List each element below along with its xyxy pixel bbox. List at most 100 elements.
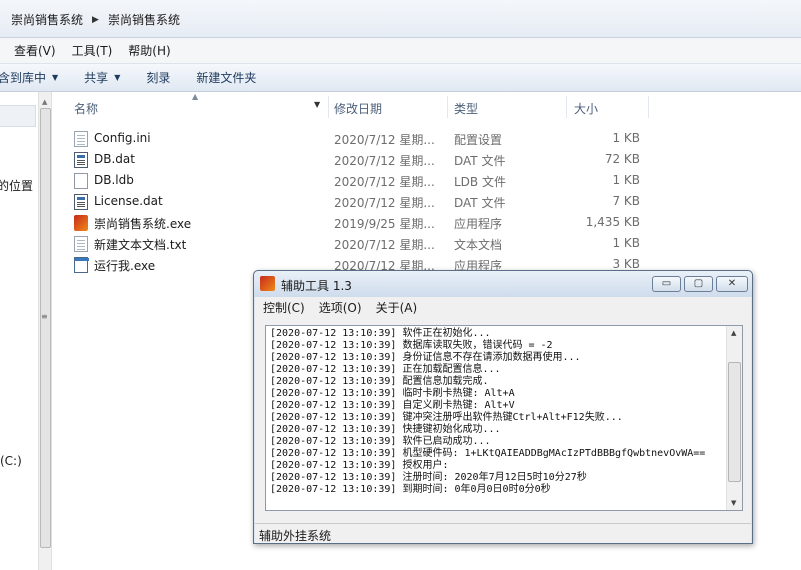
file-size: 7 KB: [612, 194, 640, 208]
column-divider[interactable]: [648, 96, 649, 118]
file-row[interactable]: Config.ini 2020/7/12 星期... 配置设置 1 KB: [56, 128, 801, 149]
log-scrollbar[interactable]: ▲ ▼: [726, 326, 742, 510]
file-type: 文本文档: [454, 238, 503, 252]
log-output[interactable]: [2020-07-12 13:10:39] 软件正在初始化... [2020-0…: [265, 325, 743, 511]
new-folder-button[interactable]: 新建文件夹: [183, 69, 269, 86]
file-date: 2020/7/12 星期...: [334, 196, 435, 210]
file-size: 1 KB: [612, 173, 640, 187]
breadcrumb: 崇尚销售系统 ▶ 崇尚销售系统: [8, 11, 183, 28]
file-size: 72 KB: [604, 152, 640, 166]
window-title-bar[interactable]: 辅助工具 1.3 ▭ ▢ ✕: [254, 271, 752, 297]
helper-tool-window[interactable]: 辅助工具 1.3 ▭ ▢ ✕ 控制(C) 选项(O) 关于(A) [2020-0…: [253, 270, 753, 544]
column-date-header[interactable]: 修改日期: [334, 92, 382, 122]
column-type-header[interactable]: 类型: [454, 92, 478, 122]
nav-item-location[interactable]: 的位置: [0, 177, 33, 194]
file-row[interactable]: 崇尚销售系统.exe 2019/9/25 星期... 应用程序 1,435 KB: [56, 212, 801, 233]
maximize-button[interactable]: ▢: [684, 276, 713, 292]
include-in-library-label: 含到库中: [0, 71, 47, 85]
log-line: [2020-07-12 13:10:39] 注册时间: 2020年7月12日5时…: [270, 472, 587, 483]
scroll-thumb[interactable]: [728, 362, 741, 482]
log-line: [2020-07-12 13:10:39] 机型硬件码: 1+LKtQAIEAD…: [270, 448, 706, 459]
grip-icon: ≡: [41, 312, 48, 321]
scroll-up-icon[interactable]: ▲: [42, 98, 47, 106]
address-bar[interactable]: 崇尚销售系统 ▶ 崇尚销售系统: [0, 0, 801, 38]
app-icon: [260, 276, 275, 291]
column-divider[interactable]: [328, 96, 329, 118]
file-name: 新建文本文档.txt: [94, 238, 187, 252]
include-in-library-button[interactable]: 含到库中 ▼: [0, 69, 71, 86]
scroll-down-icon[interactable]: ▼: [731, 499, 736, 507]
file-name: 崇尚销售系统.exe: [94, 217, 192, 231]
close-icon: ✕: [727, 278, 737, 289]
share-label: 共享: [84, 71, 109, 85]
column-header-row: ▲ 名称 ▼ 修改日期 类型 大小: [56, 92, 801, 122]
chevron-down-icon: ▼: [52, 73, 59, 82]
text-file-icon: [74, 236, 88, 252]
log-line: [2020-07-12 13:10:39] 自定义刷卡热键: Alt+V: [270, 400, 515, 411]
file-type: 配置设置: [454, 133, 503, 147]
log-line: [2020-07-12 13:10:39] 临时卡刷卡热键: Alt+A: [270, 388, 515, 399]
menu-bar: 查看(V) 工具(T) 帮助(H): [0, 38, 801, 64]
file-type: 应用程序: [454, 217, 503, 231]
breadcrumb-separator-icon[interactable]: ▶: [86, 15, 105, 25]
file-size: 1,435 KB: [585, 215, 640, 229]
nav-scrollbar[interactable]: ▲ ≡: [38, 92, 52, 570]
minimize-button[interactable]: ▭: [652, 276, 681, 292]
file-row[interactable]: 新建文本文档.txt 2020/7/12 星期... 文本文档 1 KB: [56, 233, 801, 254]
menu-about[interactable]: 关于(A): [369, 299, 425, 316]
file-date: 2020/7/12 星期...: [334, 154, 435, 168]
column-divider[interactable]: [566, 96, 567, 118]
menu-view[interactable]: 查看(V): [0, 42, 64, 59]
column-size-header[interactable]: 大小: [574, 92, 598, 122]
column-divider[interactable]: [447, 96, 448, 118]
file-name: Config.ini: [94, 131, 151, 145]
burn-button[interactable]: 刻录: [133, 69, 183, 86]
file-name: DB.dat: [94, 152, 135, 166]
menu-control[interactable]: 控制(C): [255, 299, 312, 316]
file-date: 2020/7/12 星期...: [334, 175, 435, 189]
file-row[interactable]: License.dat 2020/7/12 星期... DAT 文件 7 KB: [56, 191, 801, 212]
status-text: 辅助外挂系统: [259, 529, 332, 543]
file-size: 1 KB: [612, 236, 640, 250]
file-date: 2019/9/25 星期...: [334, 217, 435, 231]
menu-options[interactable]: 选项(O): [312, 299, 369, 316]
file-type: DAT 文件: [454, 154, 506, 168]
file-date: 2020/7/12 星期...: [334, 133, 435, 147]
app-exe-icon: [74, 215, 88, 231]
file-type: DAT 文件: [454, 196, 506, 210]
close-button[interactable]: ✕: [716, 276, 748, 292]
scroll-thumb[interactable]: [40, 108, 51, 548]
share-button[interactable]: 共享 ▼: [71, 69, 133, 86]
menu-tools[interactable]: 工具(T): [64, 42, 121, 59]
log-line: [2020-07-12 13:10:39] 配置信息加载完成.: [270, 376, 489, 387]
log-line: [2020-07-12 13:10:39] 到期时间: 0年0月0日0时0分0秒: [270, 484, 551, 495]
file-size: 3 KB: [612, 257, 640, 271]
log-lines: [2020-07-12 13:10:39] 软件正在初始化... [2020-0…: [270, 328, 720, 496]
log-line: [2020-07-12 13:10:39] 键冲突注册呼出软件热键Ctrl+Al…: [270, 412, 623, 423]
nav-selected-item[interactable]: [0, 105, 36, 127]
file-name: 运行我.exe: [94, 259, 156, 273]
log-line: [2020-07-12 13:10:39] 快捷键初始化成功...: [270, 424, 501, 435]
breadcrumb-item[interactable]: 崇尚销售系统: [8, 11, 86, 28]
file-type: LDB 文件: [454, 175, 506, 189]
breadcrumb-item[interactable]: 崇尚销售系统: [105, 11, 183, 28]
nav-item-drive-c[interactable]: (C:): [0, 454, 22, 468]
menu-help[interactable]: 帮助(H): [120, 42, 178, 59]
window-title: 辅助工具 1.3: [281, 279, 352, 293]
file-name: License.dat: [94, 194, 163, 208]
scroll-up-icon[interactable]: ▲: [731, 329, 736, 337]
file-list: Config.ini 2020/7/12 星期... 配置设置 1 KB DB.…: [56, 128, 801, 275]
chevron-down-icon[interactable]: ▼: [314, 100, 320, 109]
file-date: 2020/7/12 星期...: [334, 238, 435, 252]
column-name-header[interactable]: 名称: [74, 92, 98, 122]
minimize-icon: ▭: [661, 278, 672, 289]
status-bar: 辅助外挂系统: [255, 523, 751, 543]
file-row[interactable]: DB.dat 2020/7/12 星期... DAT 文件 72 KB: [56, 149, 801, 170]
window-body: [2020-07-12 13:10:39] 软件正在初始化... [2020-0…: [255, 317, 751, 523]
burn-label: 刻录: [146, 71, 171, 85]
log-line: [2020-07-12 13:10:39] 正在加载配置信息...: [270, 364, 501, 375]
window-exe-icon: [74, 257, 89, 273]
chevron-down-icon: ▼: [114, 73, 121, 82]
window-menu-bar: 控制(C) 选项(O) 关于(A): [255, 297, 751, 317]
file-row[interactable]: DB.ldb 2020/7/12 星期... LDB 文件 1 KB: [56, 170, 801, 191]
